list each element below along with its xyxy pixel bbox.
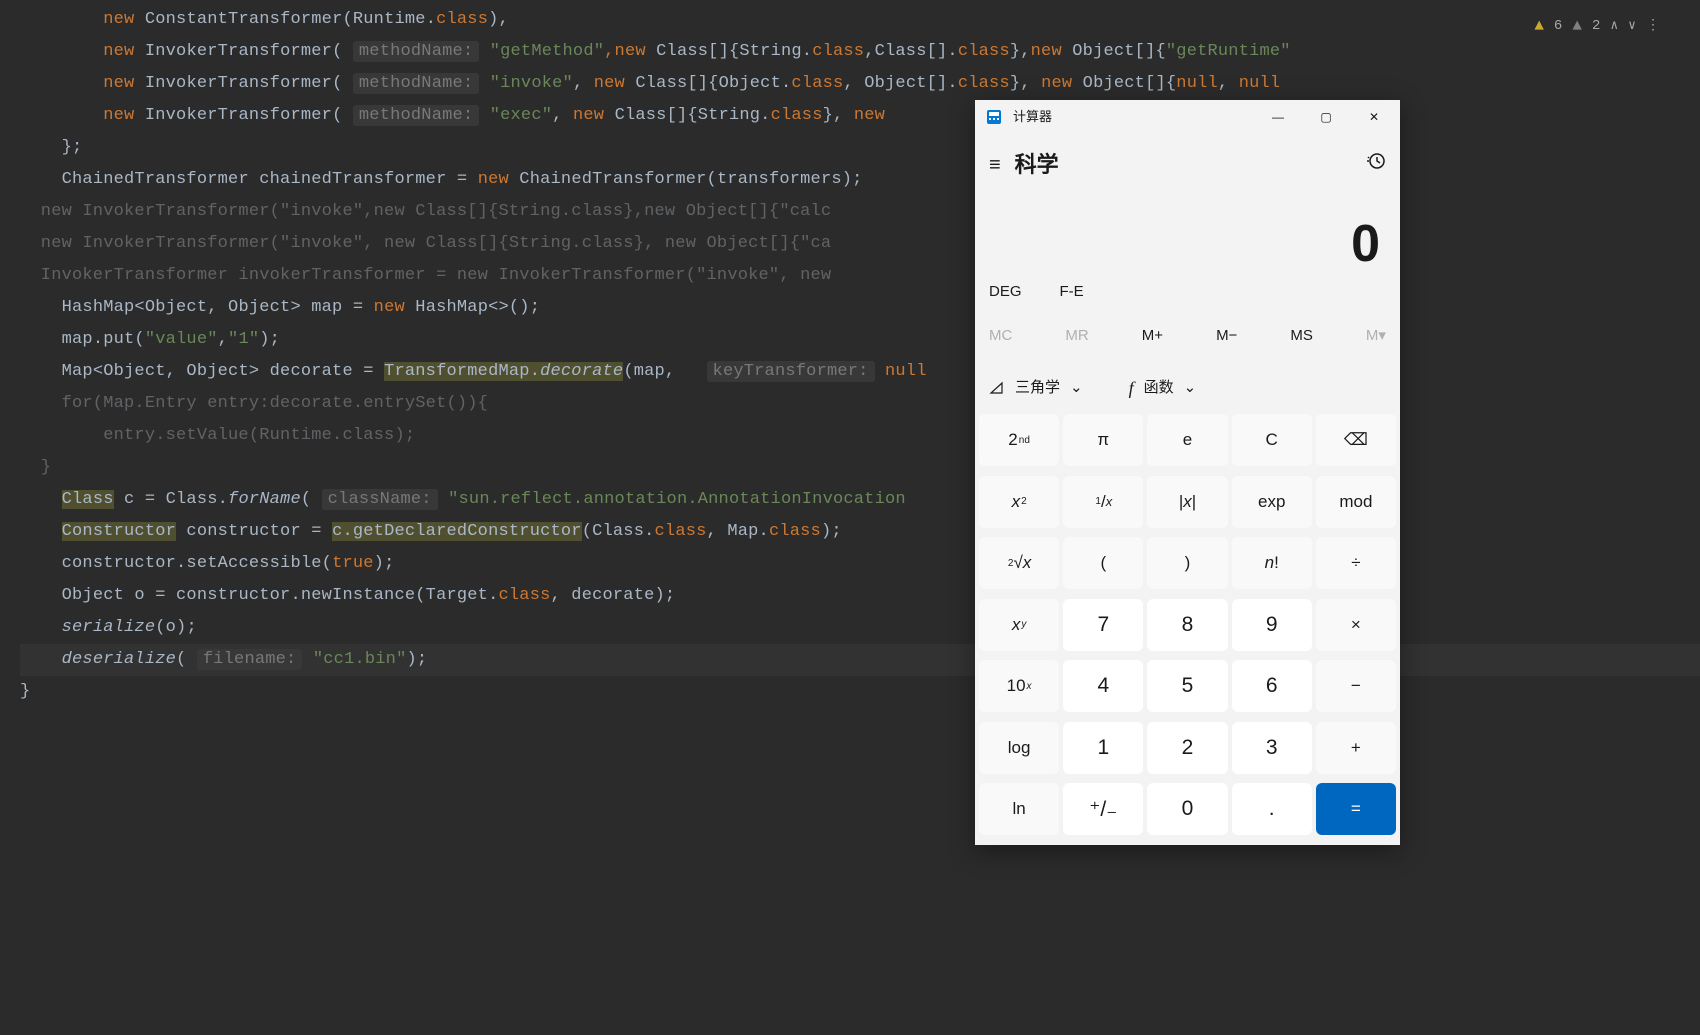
btn-5[interactable]: 5 [1147,660,1227,712]
btn-square[interactable]: x2 [979,476,1059,528]
chevron-down-icon: ⌄ [1184,372,1197,404]
angle-row: DEG F-E [975,270,1400,312]
function-icon: f [1129,372,1134,404]
btn-backspace[interactable]: ⌫ [1316,414,1396,466]
btn-2nd[interactable]: 2nd [979,414,1059,466]
trig-dropdown[interactable]: 三角学 ⌄ [989,372,1083,404]
btn-1[interactable]: 1 [1063,722,1143,774]
chevron-down-icon: ⌄ [1070,372,1083,404]
btn-8[interactable]: 8 [1147,599,1227,651]
calc-titlebar[interactable]: 计算器 — ▢ ✕ [975,100,1400,134]
next-highlight[interactable]: ∨ [1628,10,1636,42]
func-dropdown[interactable]: f 函数 ⌄ [1129,372,1197,404]
btn-rparen[interactable]: ) [1147,537,1227,589]
btn-factorial[interactable]: n! [1232,537,1312,589]
btn-negate[interactable]: ⁺/₋ [1063,783,1143,835]
mplus-button[interactable]: M+ [1142,320,1163,352]
history-icon[interactable] [1366,149,1386,181]
prev-highlight[interactable]: ∧ [1610,10,1618,42]
btn-lparen[interactable]: ( [1063,537,1143,589]
btn-pi[interactable]: π [1063,414,1143,466]
hamburger-icon[interactable]: ≡ [989,149,1001,181]
btn-reciprocal[interactable]: 1/x [1063,476,1143,528]
memory-row: MC MR M+ M− MS M▾ [975,312,1400,362]
inspection-widget: ▲ 6 ▲ 2 ∧ ∨ ⋮ [1534,10,1660,42]
param-hint: methodName: [353,41,479,62]
btn-divide[interactable]: ÷ [1316,537,1396,589]
backspace-icon: ⌫ [1344,430,1368,450]
mr-button[interactable]: MR [1065,320,1088,352]
weak-warning-icon: ▲ [1572,10,1582,42]
calc-display: 0 [975,188,1400,270]
btn-power[interactable]: xy [979,599,1059,651]
warning-icon: ▲ [1534,10,1544,42]
btn-2[interactable]: 2 [1147,722,1227,774]
btn-clear[interactable]: C [1232,414,1312,466]
btn-exp[interactable]: exp [1232,476,1312,528]
calculator-app-icon [985,108,1003,126]
btn-minus[interactable]: − [1316,660,1396,712]
btn-abs[interactable]: |x| [1147,476,1227,528]
btn-0[interactable]: 0 [1147,783,1227,835]
btn-4[interactable]: 4 [1063,660,1143,712]
calc-mode: 科学 [1015,149,1366,181]
fe-toggle[interactable]: F-E [1060,276,1084,308]
kw-new: new [103,10,134,29]
close-button[interactable]: ✕ [1350,100,1398,134]
mc-button[interactable]: MC [989,320,1012,352]
mlist-button[interactable]: M▾ [1366,320,1386,352]
inspection-menu-icon[interactable]: ⋮ [1646,10,1660,42]
btn-log[interactable]: log [979,722,1059,774]
warning-count-1: 6 [1554,10,1562,42]
calc-header: ≡ 科学 [975,134,1400,188]
btn-sqrt[interactable]: 2√x [979,537,1059,589]
calc-keypad: 2nd π e C ⌫ x2 1/x |x| exp mod 2√x ( ) n… [975,414,1400,845]
btn-e[interactable]: e [1147,414,1227,466]
btn-9[interactable]: 9 [1232,599,1312,651]
calculator-window: 计算器 — ▢ ✕ ≡ 科学 0 DEG F-E MC MR M+ M− MS … [975,100,1400,845]
calc-title: 计算器 [1013,101,1254,133]
btn-7[interactable]: 7 [1063,599,1143,651]
btn-10x[interactable]: 10x [979,660,1059,712]
btn-mod[interactable]: mod [1316,476,1396,528]
mminus-button[interactable]: M− [1216,320,1237,352]
ms-button[interactable]: MS [1290,320,1313,352]
minimize-button[interactable]: — [1254,100,1302,134]
btn-equals[interactable]: = [1316,783,1396,835]
warning-count-2: 2 [1592,10,1600,42]
btn-multiply[interactable]: × [1316,599,1396,651]
btn-plus[interactable]: + [1316,722,1396,774]
maximize-button[interactable]: ▢ [1302,100,1350,134]
code-editor[interactable]: new ConstantTransformer(Runtime.class), … [0,0,1700,708]
btn-3[interactable]: 3 [1232,722,1312,774]
trig-row: 三角学 ⌄ f 函数 ⌄ [975,362,1400,414]
btn-decimal[interactable]: . [1232,783,1312,835]
btn-6[interactable]: 6 [1232,660,1312,712]
btn-ln[interactable]: ln [979,783,1059,835]
deg-toggle[interactable]: DEG [989,276,1022,308]
